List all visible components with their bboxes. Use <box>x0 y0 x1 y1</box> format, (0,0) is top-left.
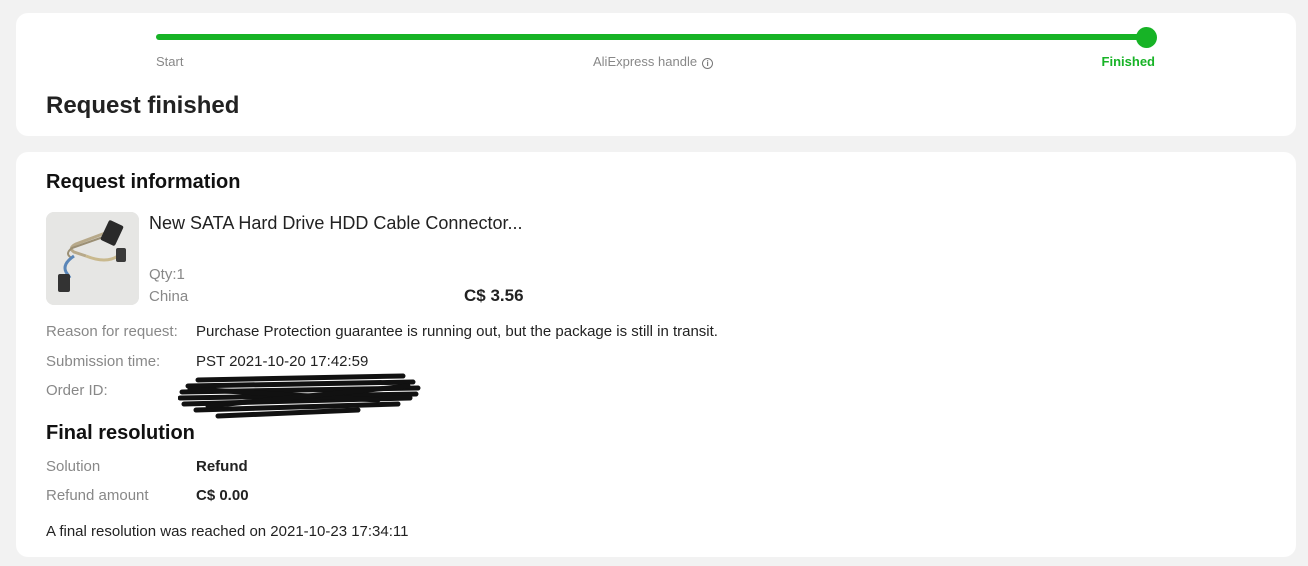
step-aliexpress-handle: AliExpress handle i <box>593 54 714 69</box>
final-resolution-note: A final resolution was reached on 2021-1… <box>46 523 409 540</box>
page-title: Request finished <box>46 92 240 119</box>
progress-track <box>156 34 1146 40</box>
submission-time-value: PST 2021-10-20 17:42:59 <box>196 353 369 370</box>
product-thumbnail[interactable] <box>46 212 139 305</box>
final-resolution-heading: Final resolution <box>46 422 195 444</box>
product-price: C$ 3.56 <box>464 286 524 305</box>
order-id-label: Order ID: <box>46 382 108 399</box>
request-status-card: Start AliExpress handle i Finished Reque… <box>16 13 1296 136</box>
progress-fill <box>156 34 1146 40</box>
product-quantity: Qty:1 <box>149 266 185 283</box>
info-icon[interactable]: i <box>702 57 714 69</box>
step-finished-label: Finished <box>1101 54 1155 69</box>
sata-cable-thumbnail-icon <box>46 212 139 305</box>
step-aliexpress-handle-label: AliExpress handle <box>593 54 698 69</box>
order-id-redaction-scribble <box>178 373 421 419</box>
refund-amount-label: Refund amount <box>46 487 149 504</box>
submission-time-label: Submission time: <box>46 353 161 370</box>
product-origin: China <box>149 288 189 305</box>
refund-amount-value: C$ 0.00 <box>196 487 249 504</box>
product-name-link[interactable]: New SATA Hard Drive HDD Cable Connector.… <box>149 213 522 234</box>
reason-label: Reason for request: <box>46 323 178 340</box>
step-start-label: Start <box>156 54 184 69</box>
solution-value: Refund <box>196 458 248 475</box>
request-information-heading: Request information <box>46 171 241 193</box>
request-information-card: Request information New SATA Hard Drive … <box>16 152 1296 557</box>
progress-current-dot <box>1136 27 1157 48</box>
solution-label: Solution <box>46 458 101 475</box>
reason-value: Purchase Protection guarantee is running… <box>196 323 718 340</box>
